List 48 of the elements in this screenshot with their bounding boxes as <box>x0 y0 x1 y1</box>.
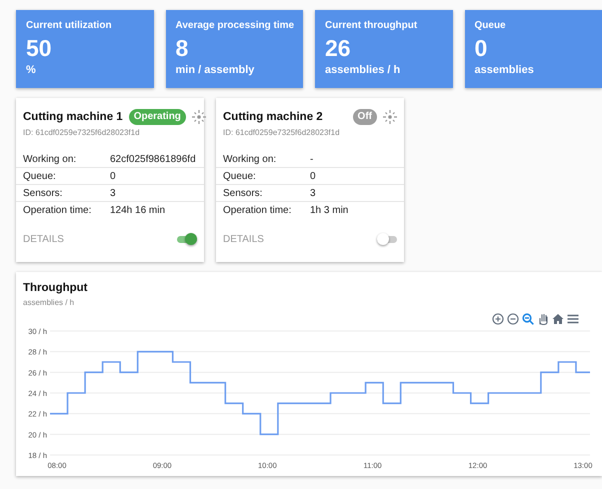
chart-title: Throughput <box>23 282 89 294</box>
kpi-title: Current utilization <box>26 19 113 33</box>
row-label: Working on: <box>23 154 76 164</box>
zoom-out-icon[interactable] <box>507 313 519 325</box>
toggle-switch[interactable] <box>177 233 197 245</box>
chart-subtitle: assemblies / h <box>23 298 76 307</box>
machine-id: ID: 61cdf0259e7325f6d28023f1d <box>223 128 341 137</box>
kpi-title: Average processing time <box>176 19 293 33</box>
status-badge: Off <box>352 109 377 125</box>
row-label: Working on: <box>223 154 276 164</box>
row-label: Operation time: <box>23 204 92 216</box>
home-icon[interactable] <box>552 313 564 325</box>
kpi-unit: % <box>26 63 37 77</box>
row-value: 1h 3 min <box>310 204 348 216</box>
sensor-icon[interactable] <box>192 110 206 124</box>
kpi-value: 50 <box>26 34 53 63</box>
kpi-value: 8 <box>176 34 190 63</box>
kpi-value: 26 <box>325 34 352 63</box>
row-label: Queue: <box>23 170 56 182</box>
row-value: 124h 16 min <box>110 204 166 216</box>
machine-id: ID: 61cdf0259e7325f6d28023f1d <box>23 128 141 137</box>
kpi-title: Current throughput <box>325 19 418 33</box>
row-value: 62cf025f9861896fd <box>110 154 196 164</box>
row-value: 0 <box>310 170 316 182</box>
row-label: Sensors: <box>223 188 262 198</box>
details-link[interactable]: DETAILS <box>223 234 264 244</box>
row-value: 0 <box>110 170 116 182</box>
row-value: 3 <box>110 188 116 198</box>
sensor-icon[interactable] <box>383 110 397 124</box>
kpi-value: 0 <box>474 34 488 63</box>
kpi-title: Queue <box>474 19 507 33</box>
row-label: Queue: <box>223 170 256 182</box>
machine-name: Cutting machine 1 <box>23 111 123 123</box>
menu-icon[interactable] <box>567 313 579 325</box>
row-label: Operation time: <box>223 204 292 216</box>
kpi-unit: assemblies <box>474 63 535 77</box>
zoom-in-icon[interactable] <box>492 313 504 325</box>
hand-icon[interactable] <box>537 313 549 325</box>
kpi-unit: min / assembly <box>176 63 256 77</box>
toggle-switch[interactable] <box>377 233 397 245</box>
row-label: Sensors: <box>23 188 62 198</box>
zoom-icon[interactable] <box>522 313 534 325</box>
row-value: 3 <box>310 188 316 198</box>
machine-name: Cutting machine 2 <box>223 111 324 123</box>
status-badge: Operating <box>128 109 186 125</box>
details-link[interactable]: DETAILS <box>23 234 64 244</box>
row-value: - <box>310 154 314 164</box>
kpi-unit: assemblies / h <box>325 63 402 77</box>
